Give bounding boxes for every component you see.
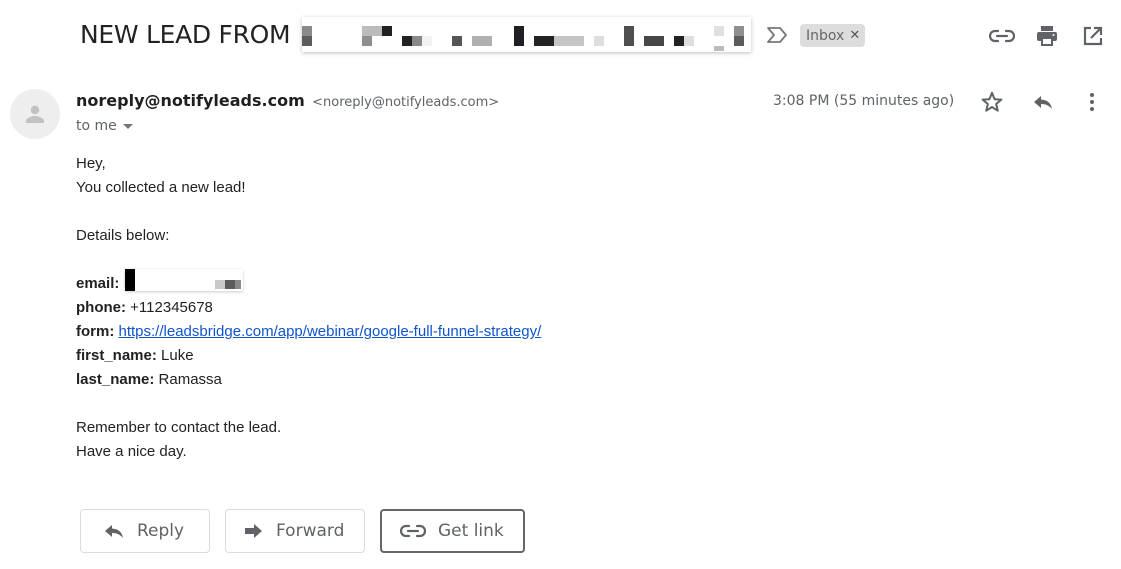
reply-button[interactable]: Reply bbox=[80, 509, 210, 553]
sender-name[interactable]: noreply@notifyleads.com bbox=[76, 91, 305, 110]
field-value: Ramassa bbox=[158, 371, 222, 388]
close-icon[interactable]: ✕ bbox=[849, 28, 860, 43]
field-value: +112345678 bbox=[130, 299, 213, 316]
link-icon bbox=[400, 524, 426, 538]
important-marker-icon[interactable] bbox=[766, 26, 788, 44]
sender-email: <noreply@notifyleads.com> bbox=[312, 95, 500, 110]
greeting: Hey, bbox=[76, 155, 106, 172]
details-intro: Details below: bbox=[76, 227, 170, 244]
open-in-new-window-icon[interactable] bbox=[1080, 24, 1106, 48]
field-first-name: first_name: Luke bbox=[76, 344, 541, 368]
label-chip-text: Inbox bbox=[806, 27, 845, 44]
field-value: Luke bbox=[161, 347, 194, 364]
form-link[interactable]: https://leadsbridge.com/app/webinar/goog… bbox=[119, 323, 542, 340]
recipient-text: to me bbox=[76, 118, 117, 134]
closing-wish: Have a nice day. bbox=[76, 443, 187, 460]
reply-icon bbox=[103, 522, 125, 540]
recipient-details-toggle[interactable]: to me bbox=[76, 118, 133, 134]
subject-row: NEW LEAD FROM bbox=[80, 14, 291, 54]
forward-label: Forward bbox=[276, 521, 345, 541]
sender: noreply@notifyleads.com <noreply@notifyl… bbox=[76, 91, 499, 111]
reply-label: Reply bbox=[137, 521, 185, 541]
message-timestamp: 3:08 PM (55 minutes ago) bbox=[773, 93, 955, 109]
email-subject: NEW LEAD FROM bbox=[80, 19, 291, 49]
star-icon[interactable] bbox=[979, 90, 1005, 114]
reply-icon[interactable] bbox=[1030, 90, 1056, 114]
label-chip-inbox: Inbox ✕ bbox=[800, 24, 866, 47]
more-options-icon[interactable] bbox=[1079, 90, 1105, 114]
intro-text: You collected a new lead! bbox=[76, 179, 246, 196]
field-label: email: bbox=[76, 275, 120, 292]
link-icon[interactable] bbox=[989, 24, 1015, 48]
get-link-button[interactable]: Get link bbox=[380, 509, 525, 553]
redacted-email-value bbox=[125, 269, 243, 291]
field-label: last_name: bbox=[76, 371, 155, 388]
forward-button[interactable]: Forward bbox=[225, 509, 365, 553]
field-label: first_name: bbox=[76, 347, 157, 364]
redacted-subject-text bbox=[302, 17, 751, 52]
field-label: phone: bbox=[76, 299, 126, 316]
field-label: form: bbox=[76, 323, 115, 340]
person-icon bbox=[26, 105, 44, 123]
field-form: form: https://leadsbridge.com/app/webina… bbox=[76, 320, 541, 344]
avatar bbox=[10, 89, 60, 139]
get-link-label: Get link bbox=[438, 521, 504, 541]
message-body: Hey, You collected a new lead! Details b… bbox=[76, 152, 541, 464]
field-phone: phone: +112345678 bbox=[76, 296, 541, 320]
caret-down-icon bbox=[122, 123, 133, 129]
field-last-name: last_name: Ramassa bbox=[76, 368, 541, 392]
closing-reminder: Remember to contact the lead. bbox=[76, 419, 282, 436]
forward-icon bbox=[244, 523, 264, 539]
print-icon[interactable] bbox=[1034, 24, 1060, 48]
